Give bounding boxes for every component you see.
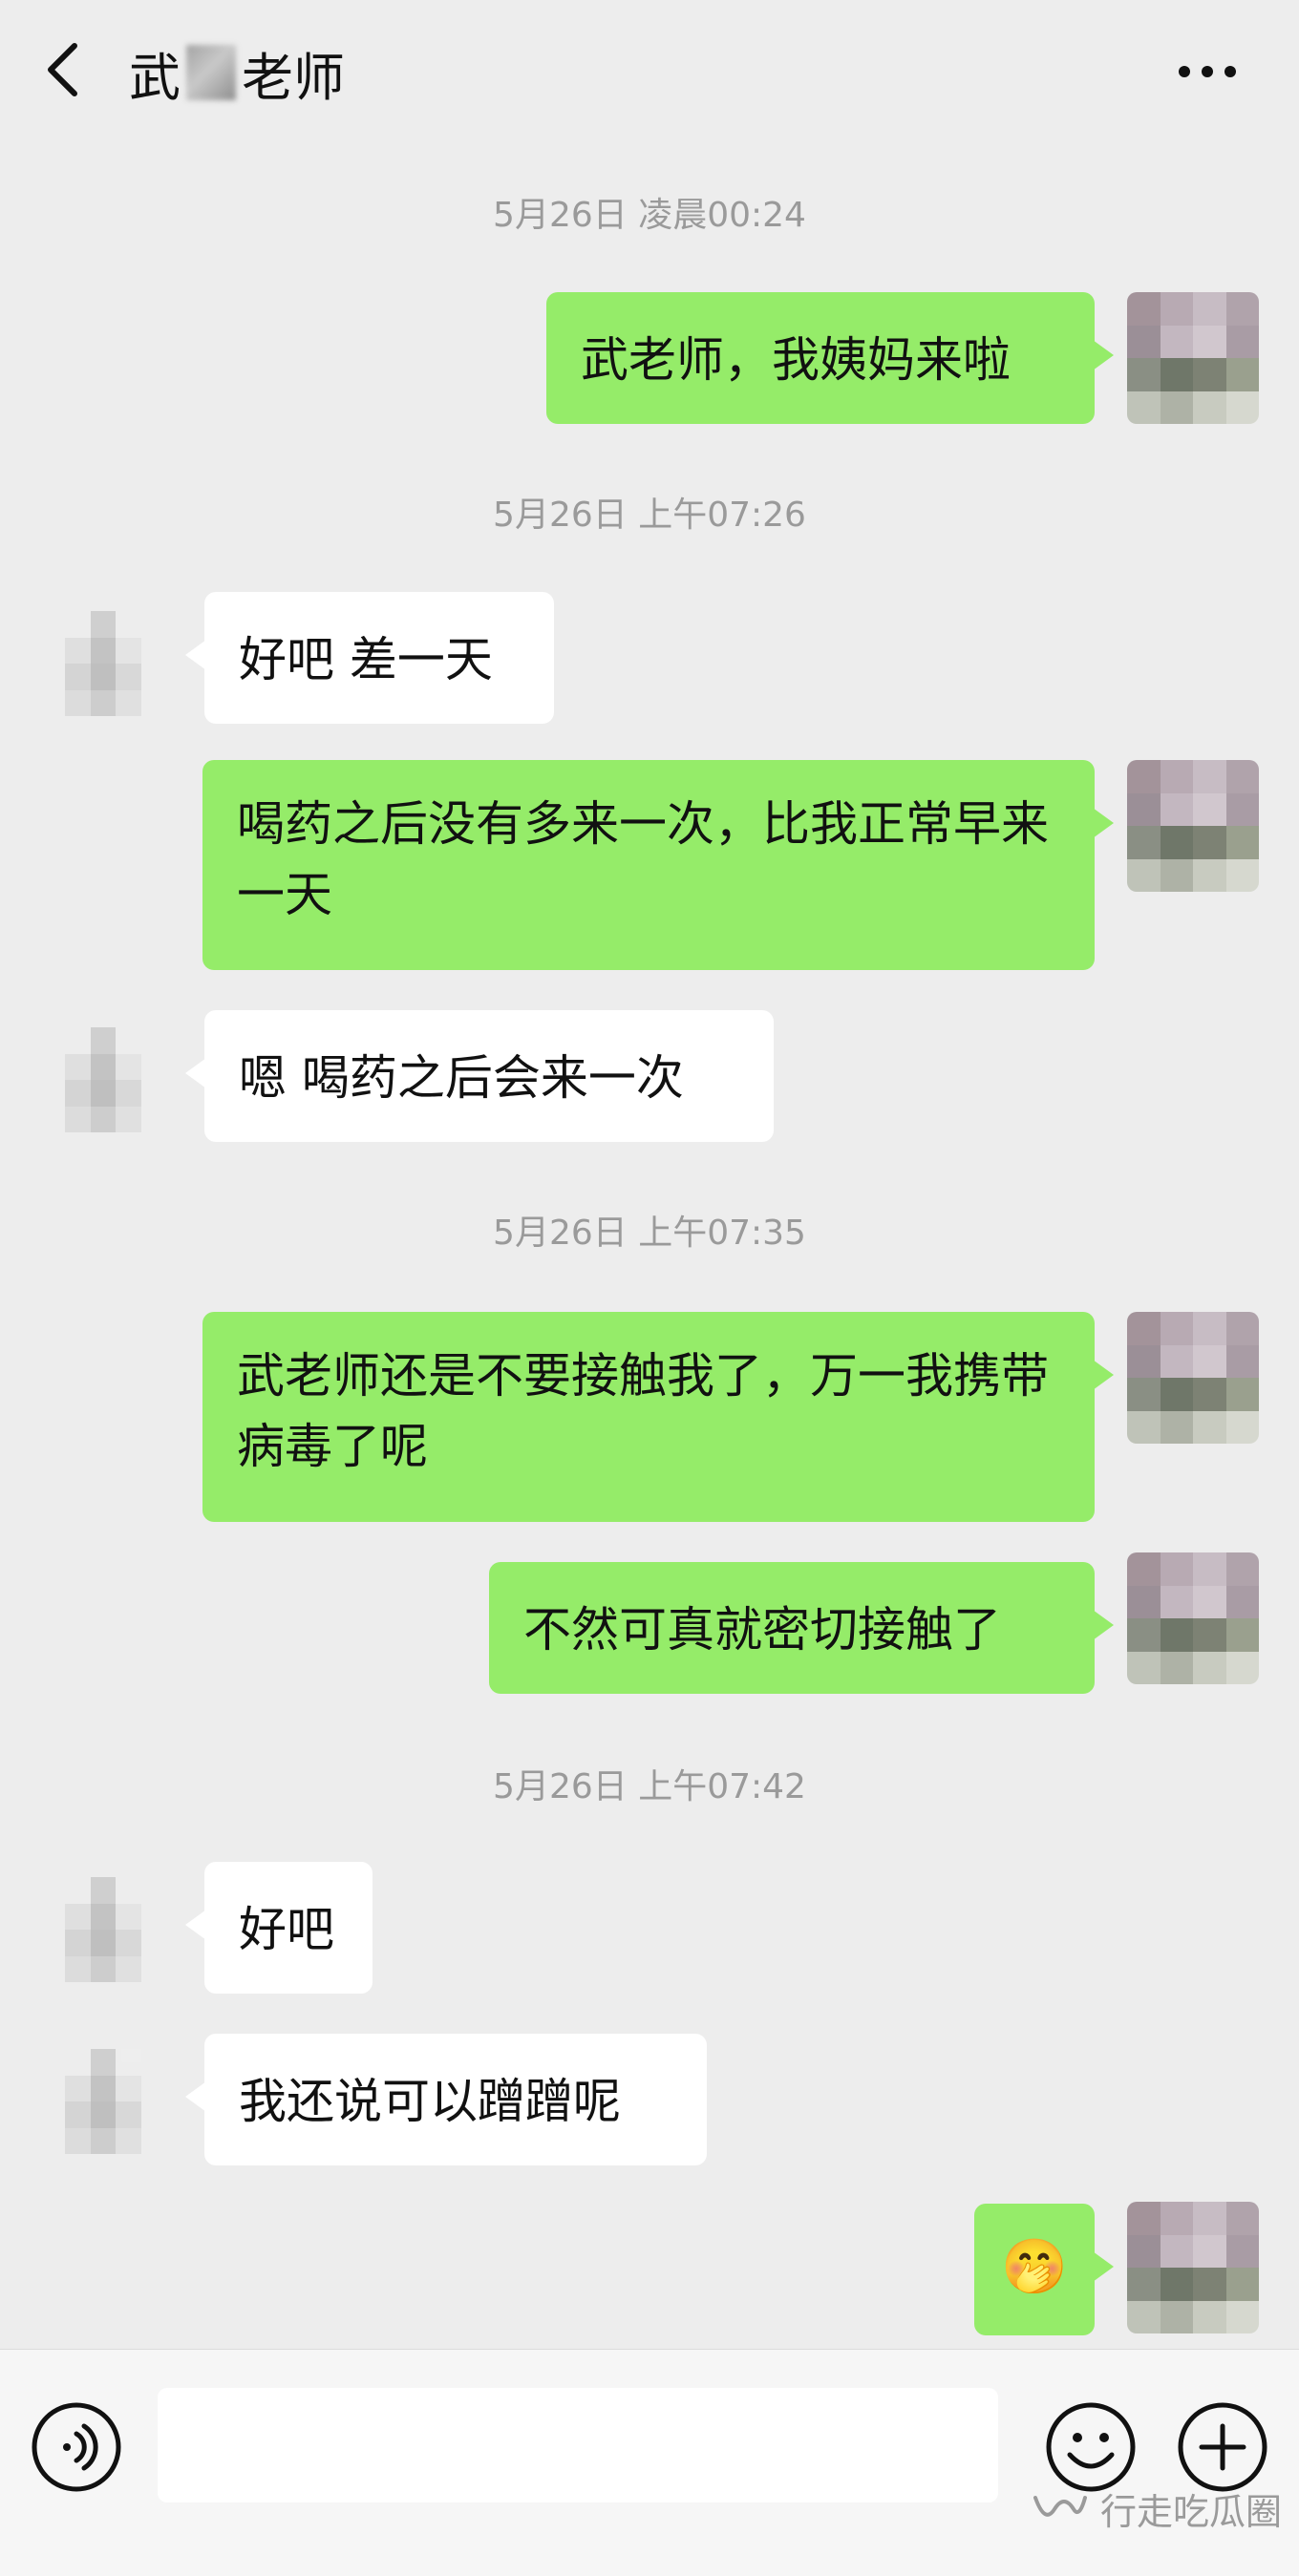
input-bar <box>0 2349 1299 2576</box>
message-bubble-self[interactable]: 🤭 <box>974 2204 1114 2335</box>
avatar-self[interactable] <box>1127 2202 1259 2333</box>
voice-icon[interactable] <box>29 2399 124 2495</box>
emoji-smile-icon[interactable] <box>1043 2399 1139 2495</box>
message-bubble-self[interactable]: 武老师还是不要接触我了，万一我携带病毒了呢 <box>202 1312 1114 1522</box>
message-bubble-self[interactable]: 武老师，我姨妈来啦 <box>546 292 1114 424</box>
message-text: 武老师还是不要接触我了，万一我携带病毒了呢 <box>237 1348 1049 1474</box>
plus-circle-icon[interactable] <box>1175 2399 1270 2495</box>
chevron-left-icon[interactable] <box>36 36 94 103</box>
censor-blur <box>186 45 236 100</box>
message-bubble-other[interactable]: 我还说可以蹭蹭呢 <box>185 2034 707 2165</box>
chat-title-prefix: 武 <box>129 47 181 108</box>
message-bubble-other[interactable]: 好吧 差一天 <box>185 592 554 724</box>
timestamp: 5月26日 上午07:42 <box>493 1767 806 1806</box>
chat-header: 武 老师 <box>0 0 1299 143</box>
avatar-other[interactable] <box>65 1877 141 1982</box>
message-text: 武老师，我姨妈来啦 <box>581 332 1011 388</box>
message-text: 好吧 差一天 <box>239 632 493 687</box>
message-bubble-other[interactable]: 好吧 <box>185 1862 373 1994</box>
more-dots-icon[interactable] <box>1173 38 1242 105</box>
avatar-other[interactable] <box>65 2049 141 2154</box>
timestamp: 5月26日 凌晨00:24 <box>493 196 806 235</box>
chat-title-suffix: 老师 <box>242 47 345 108</box>
avatar-other[interactable] <box>65 1027 141 1132</box>
message-bubble-self[interactable]: 喝药之后没有多来一次，比我正常早来一天 <box>202 760 1114 970</box>
message-bubble-other[interactable]: 嗯 喝药之后会来一次 <box>185 1010 774 1142</box>
chat-title: 武 老师 <box>129 34 345 111</box>
message-input[interactable] <box>158 2388 998 2502</box>
message-text: 好吧 <box>239 1902 334 1957</box>
watermark-text: 行走吃瓜圈 <box>1100 2491 1283 2533</box>
message-bubble-self[interactable]: 不然可真就密切接触了 <box>489 1562 1114 1694</box>
emoji-message: 🤭 <box>1001 2236 1068 2298</box>
avatar-other[interactable] <box>65 611 141 716</box>
avatar-self[interactable] <box>1127 1552 1259 1684</box>
avatar-self[interactable] <box>1127 1312 1259 1444</box>
message-text: 我还说可以蹭蹭呢 <box>239 2074 621 2129</box>
timestamp: 5月26日 上午07:26 <box>493 496 806 535</box>
avatar-self[interactable] <box>1127 760 1259 892</box>
watermark: 行走吃瓜圈 <box>1032 2482 1282 2535</box>
wechat-channel-icon <box>1033 2495 1087 2517</box>
timestamp: 5月26日 上午07:35 <box>493 1214 806 1253</box>
message-text: 不然可真就密切接触了 <box>523 1602 1001 1658</box>
message-text: 喝药之后没有多来一次，比我正常早来一天 <box>237 796 1049 922</box>
message-text: 嗯 喝药之后会来一次 <box>239 1050 684 1106</box>
avatar-self[interactable] <box>1127 292 1259 424</box>
